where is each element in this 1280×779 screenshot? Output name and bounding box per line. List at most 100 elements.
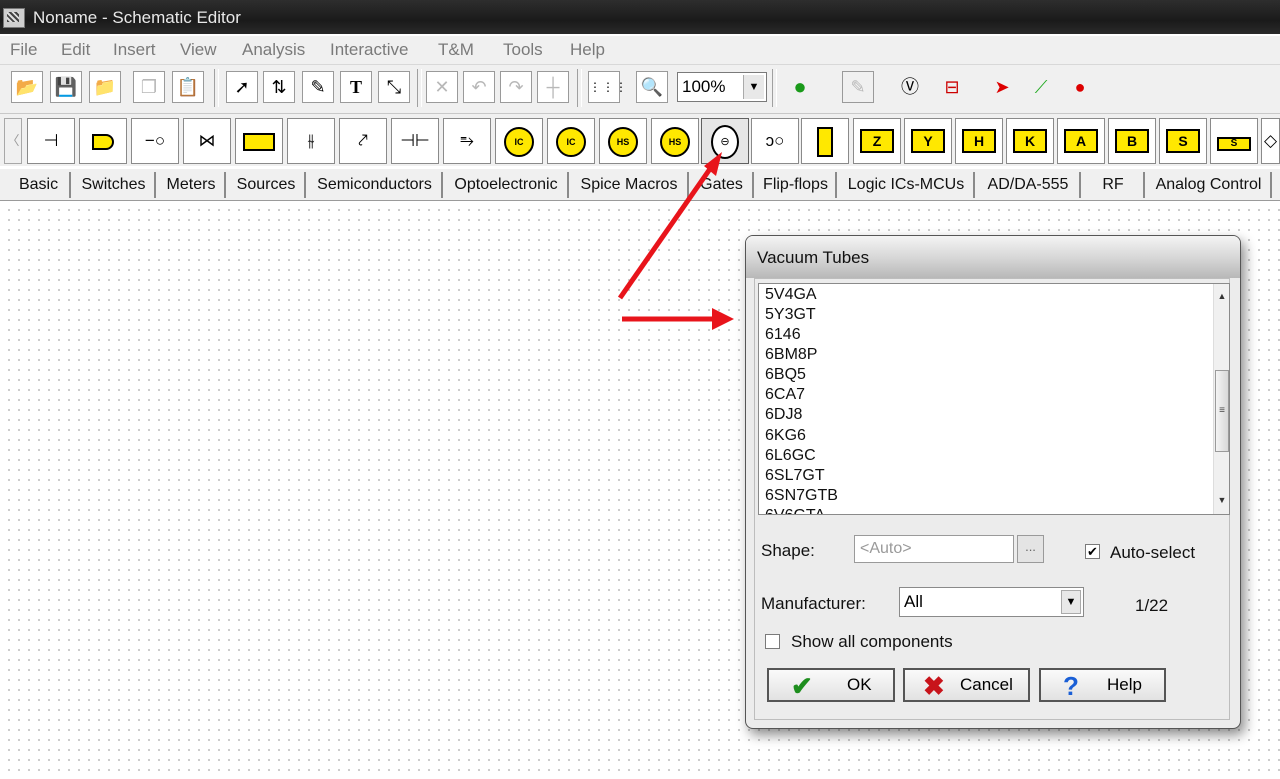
tab-gates[interactable]: Gates bbox=[691, 172, 754, 198]
undo-icon[interactable]: ↶ bbox=[463, 71, 495, 103]
ground-component[interactable]: ⊣ bbox=[27, 118, 75, 164]
resistor-icon[interactable]: ⊟ bbox=[936, 71, 968, 103]
dialog-title-bar[interactable]: Vacuum Tubes bbox=[746, 236, 1240, 278]
tab-optoelectronic[interactable]: Optoelectronic bbox=[445, 172, 569, 198]
shape-field[interactable]: <Auto> bbox=[854, 535, 1014, 563]
capacitor-component[interactable]: ⫳ bbox=[287, 118, 335, 164]
pencil-icon[interactable]: ✎ bbox=[302, 71, 334, 103]
list-item[interactable]: 6KG6 bbox=[765, 426, 806, 446]
diode-icon[interactable]: ➤ bbox=[986, 71, 1018, 103]
pen-icon[interactable]: ✎ bbox=[842, 71, 874, 103]
probe-icon[interactable]: ⤡ bbox=[378, 71, 410, 103]
menu-tm[interactable]: T&M bbox=[438, 40, 474, 60]
paste-icon[interactable]: 📋 bbox=[172, 71, 204, 103]
scroll-left-icon[interactable]: 〈 bbox=[4, 118, 22, 164]
menu-file[interactable]: File bbox=[10, 40, 37, 60]
zoom-select[interactable]: 100% ▼ bbox=[677, 72, 767, 102]
tab-meters[interactable]: Meters bbox=[158, 172, 226, 198]
ic-component[interactable]: IC bbox=[495, 118, 543, 164]
vacuum-tube-component[interactable]: ⊖ bbox=[701, 118, 749, 164]
transformer-component[interactable]: ↄ○ bbox=[751, 118, 799, 164]
list-item[interactable]: 6146 bbox=[765, 325, 801, 345]
chevron-down-icon[interactable]: ▼ bbox=[743, 75, 764, 99]
list-item[interactable]: 5Y3GT bbox=[765, 305, 816, 325]
junction-icon[interactable]: ┼ bbox=[537, 71, 569, 103]
tab-flip-flops[interactable]: Flip-flops bbox=[756, 172, 837, 198]
input-component[interactable] bbox=[79, 118, 127, 164]
list-item[interactable]: 6BQ5 bbox=[765, 365, 806, 385]
scroll-up-icon[interactable]: ▲ bbox=[1214, 288, 1229, 304]
scroll-down-icon[interactable]: ▼ bbox=[1214, 492, 1229, 508]
pointer-icon[interactable]: ➚ bbox=[226, 71, 258, 103]
capacitor-2-component[interactable]: ⊣⊢ bbox=[391, 118, 439, 164]
s-component[interactable]: S bbox=[1159, 118, 1207, 164]
switch-component[interactable]: ⋈ bbox=[183, 118, 231, 164]
tab-ad-da-555[interactable]: AD/DA-555 bbox=[977, 172, 1081, 198]
k-component[interactable]: K bbox=[1006, 118, 1054, 164]
tab-logic-ics-mcus[interactable]: Logic ICs-MCUs bbox=[839, 172, 975, 198]
showall-checkbox[interactable] bbox=[765, 634, 780, 649]
app-icon[interactable] bbox=[3, 8, 25, 28]
autoselect-checkbox[interactable]: ✔ bbox=[1085, 544, 1100, 559]
b-component[interactable]: B bbox=[1108, 118, 1156, 164]
component-list[interactable]: 5V4GA 5Y3GT 6146 6BM8P 6BQ5 6CA7 6DJ8 6K… bbox=[758, 283, 1230, 515]
wire-icon[interactable]: ⇅ bbox=[263, 71, 295, 103]
z-component[interactable]: Z bbox=[853, 118, 901, 164]
menu-view[interactable]: View bbox=[180, 40, 217, 60]
text-icon[interactable]: T bbox=[340, 71, 372, 103]
hs-component[interactable]: HS bbox=[599, 118, 647, 164]
more-component[interactable]: ◇ bbox=[1261, 118, 1280, 164]
list-item[interactable]: 6L6GC bbox=[765, 446, 816, 466]
manufacturer-select[interactable]: All ▼ bbox=[899, 587, 1084, 617]
list-item[interactable]: 6CA7 bbox=[765, 385, 805, 405]
list-item[interactable]: 6BM8P bbox=[765, 345, 817, 365]
menu-help[interactable]: Help bbox=[570, 40, 605, 60]
save-icon[interactable]: 💾 bbox=[50, 71, 82, 103]
tab-rf[interactable]: RF bbox=[1083, 172, 1145, 198]
ok-button[interactable]: ✔ OK bbox=[767, 668, 895, 702]
a-component[interactable]: A bbox=[1057, 118, 1105, 164]
menu-analysis[interactable]: Analysis bbox=[242, 40, 305, 60]
list-item[interactable]: 6DJ8 bbox=[765, 405, 802, 425]
tab-basic[interactable]: Basic bbox=[8, 172, 71, 198]
dc-analysis-icon[interactable]: ● bbox=[784, 71, 816, 103]
menu-tools[interactable]: Tools bbox=[503, 40, 543, 60]
ic-2-component[interactable]: IC bbox=[547, 118, 595, 164]
delete-icon[interactable]: ✕ bbox=[426, 71, 458, 103]
menu-interactive[interactable]: Interactive bbox=[330, 40, 408, 60]
y-component[interactable]: Y bbox=[904, 118, 952, 164]
redo-icon[interactable]: ↷ bbox=[500, 71, 532, 103]
grid-icon[interactable]: ⋮⋮⋮ bbox=[588, 71, 627, 103]
list-scrollbar[interactable]: ▲ ≡ ▼ bbox=[1213, 284, 1229, 514]
chevron-down-icon[interactable]: ▼ bbox=[1061, 590, 1081, 614]
transmission-line-component[interactable]: ⥱ bbox=[443, 118, 491, 164]
shape-browse-button[interactable]: ... bbox=[1017, 535, 1044, 563]
tab-analog-control[interactable]: Analog Control bbox=[1147, 172, 1272, 198]
led-icon[interactable]: ⟋ bbox=[1025, 71, 1057, 103]
h-component[interactable]: H bbox=[955, 118, 1003, 164]
battery-component[interactable] bbox=[235, 118, 283, 164]
hs-2-component[interactable]: HS bbox=[651, 118, 699, 164]
menu-edit[interactable]: Edit bbox=[61, 40, 90, 60]
cancel-button[interactable]: ✖ Cancel bbox=[903, 668, 1030, 702]
switch-s-component[interactable]: S bbox=[1210, 118, 1258, 164]
tab-semiconductors[interactable]: Semiconductors bbox=[308, 172, 443, 198]
output-component[interactable]: −○ bbox=[131, 118, 179, 164]
list-item[interactable]: 6SN7GTB bbox=[765, 486, 838, 506]
copy-icon[interactable]: ❐ bbox=[133, 71, 165, 103]
menu-insert[interactable]: Insert bbox=[113, 40, 156, 60]
list-item[interactable]: 6SL7GT bbox=[765, 466, 825, 486]
help-button[interactable]: ? Help bbox=[1039, 668, 1166, 702]
crystal-component[interactable] bbox=[801, 118, 849, 164]
open-project-icon[interactable]: 📁 bbox=[89, 71, 121, 103]
scroll-thumb[interactable]: ≡ bbox=[1215, 370, 1229, 452]
variable-resistor-component[interactable]: ⤤ bbox=[339, 118, 387, 164]
test-pin-icon[interactable]: ● bbox=[1064, 71, 1096, 103]
list-item[interactable]: 6V6GTA bbox=[765, 506, 825, 514]
voltmeter-icon[interactable]: Ⓥ bbox=[894, 71, 926, 103]
list-item[interactable]: 5V4GA bbox=[765, 285, 817, 305]
open-folder-icon[interactable]: 📂 bbox=[11, 71, 43, 103]
tab-spice-macros[interactable]: Spice Macros bbox=[571, 172, 689, 198]
tab-switches[interactable]: Switches bbox=[73, 172, 156, 198]
tab-sources[interactable]: Sources bbox=[228, 172, 306, 198]
